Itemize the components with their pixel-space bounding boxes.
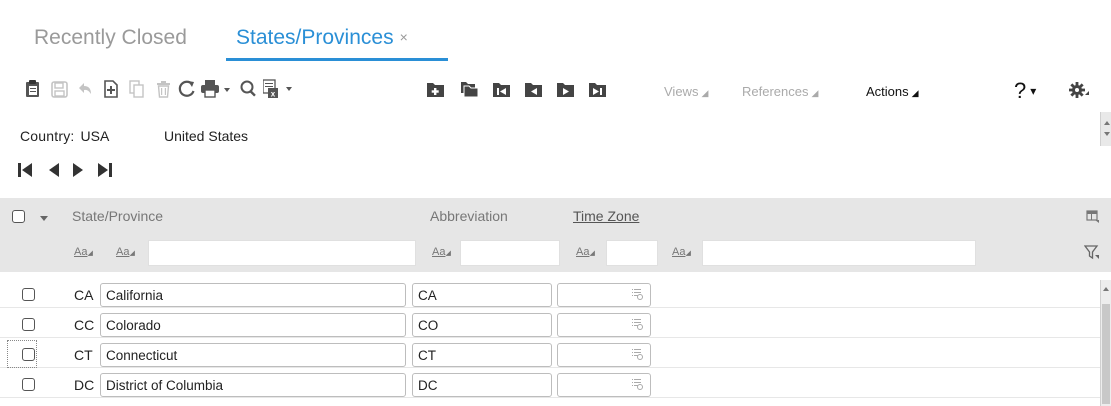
undo-icon[interactable] xyxy=(74,78,96,100)
references-menu-label: References xyxy=(742,84,809,99)
tab-recently-closed[interactable]: Recently Closed xyxy=(34,26,187,50)
abbreviation-field[interactable]: CT xyxy=(412,343,552,367)
actions-menu[interactable]: Actions ◢ xyxy=(866,84,919,99)
new-record-icon[interactable] xyxy=(100,78,122,100)
abbreviation-field[interactable]: CO xyxy=(412,313,552,337)
table-row[interactable]: DC District of Columbia DC xyxy=(0,370,1100,398)
toolbar: x Views ◢ References ◢ Actions ◢ ? ▾ xyxy=(0,72,1111,112)
copy-icon[interactable] xyxy=(126,78,148,100)
select-all-checkbox[interactable] xyxy=(12,210,25,223)
state-name-field[interactable]: California xyxy=(100,283,406,307)
state-filter-input[interactable] xyxy=(148,240,416,266)
table-row[interactable]: CC Colorado CO xyxy=(0,310,1100,338)
next-record-icon[interactable] xyxy=(68,160,90,184)
select-menu-chevron-down-icon[interactable] xyxy=(40,216,48,221)
views-menu[interactable]: Views ◢ xyxy=(664,84,708,99)
folder-first-icon[interactable] xyxy=(490,78,512,100)
paste-icon[interactable] xyxy=(22,78,44,100)
timezone-field[interactable] xyxy=(557,283,651,307)
print-icon[interactable] xyxy=(200,78,234,100)
country-code: USA xyxy=(80,128,110,144)
last-record-icon[interactable] xyxy=(94,160,116,184)
previous-record-icon[interactable] xyxy=(44,160,66,184)
column-header-timezone[interactable]: Time Zone xyxy=(573,208,639,224)
timezone-field[interactable] xyxy=(557,313,651,337)
actions-menu-label: Actions xyxy=(866,84,909,99)
row-code: DC xyxy=(74,377,95,393)
views-menu-label: Views xyxy=(664,84,699,99)
folder-next-icon[interactable] xyxy=(554,78,576,100)
timezone-filter-input[interactable] xyxy=(606,240,658,266)
abbreviation-field[interactable]: DC xyxy=(412,373,552,397)
timezone-field[interactable] xyxy=(557,343,651,367)
save-icon[interactable] xyxy=(48,78,70,100)
grid-header: State/Province Abbreviation Time Zone Aa… xyxy=(0,198,1111,272)
country-name: United States xyxy=(164,128,249,144)
extra-filter-input[interactable] xyxy=(702,240,976,266)
match-case-icon[interactable]: Aa◢ xyxy=(576,246,595,258)
help-caret: ▾ xyxy=(1030,84,1037,98)
refresh-icon[interactable] xyxy=(176,78,198,100)
row-checkbox[interactable] xyxy=(22,288,35,301)
first-record-icon[interactable] xyxy=(16,160,38,184)
table-row[interactable]: CT Connecticut CT xyxy=(0,340,1100,368)
column-header-state[interactable]: State/Province xyxy=(72,208,163,224)
match-case-icon[interactable]: Aa◢ xyxy=(116,246,135,258)
row-code: CT xyxy=(74,347,93,363)
country-field: Country: USA United States xyxy=(20,128,248,144)
scroll-up-icon[interactable] xyxy=(1103,284,1109,291)
column-chooser-icon[interactable] xyxy=(1086,210,1100,229)
folder-prev-icon[interactable] xyxy=(522,78,544,100)
lookup-icon[interactable] xyxy=(632,318,644,334)
match-case-icon[interactable]: Aa◢ xyxy=(74,246,93,258)
help-icon: ? xyxy=(1014,78,1027,103)
folder-add-icon[interactable] xyxy=(424,78,446,100)
tab-states-provinces[interactable]: States/Provinces × xyxy=(236,26,408,50)
country-label: Country: xyxy=(20,128,75,144)
row-checkbox[interactable] xyxy=(22,378,35,391)
row-checkbox[interactable] xyxy=(22,318,35,331)
lookup-icon[interactable] xyxy=(632,378,644,394)
help-menu[interactable]: ? ▾ xyxy=(1014,78,1036,104)
state-name-field[interactable]: District of Columbia xyxy=(100,373,406,397)
active-tab-underline xyxy=(226,58,448,61)
row-checkbox[interactable] xyxy=(22,348,35,361)
row-code: CC xyxy=(74,317,95,333)
scrollbar-thumb[interactable] xyxy=(1102,304,1110,404)
references-menu[interactable]: References ◢ xyxy=(742,84,818,99)
match-case-icon[interactable]: Aa◢ xyxy=(432,246,451,258)
abbreviation-filter-input[interactable] xyxy=(460,240,560,266)
delete-icon[interactable] xyxy=(152,78,174,100)
row-code: CA xyxy=(74,287,94,303)
column-header-abbreviation[interactable]: Abbreviation xyxy=(430,208,508,224)
grid-scrollbar[interactable] xyxy=(1100,280,1111,406)
filter-icon[interactable] xyxy=(1083,244,1100,265)
tab-states-provinces-label: States/Provinces xyxy=(236,26,394,49)
svg-text:x: x xyxy=(271,90,276,99)
state-name-field[interactable]: Connecticut xyxy=(100,343,406,367)
lookup-icon[interactable] xyxy=(632,348,644,364)
form-scrollbar[interactable] xyxy=(1100,112,1111,146)
table-row[interactable]: CA California CA xyxy=(0,280,1100,308)
state-name-field[interactable]: Colorado xyxy=(100,313,406,337)
timezone-field[interactable] xyxy=(557,373,651,397)
export-icon[interactable]: x xyxy=(262,78,296,100)
gear-icon[interactable] xyxy=(1068,80,1090,102)
lookup-icon[interactable] xyxy=(632,288,644,304)
folder-copy-icon[interactable] xyxy=(458,78,480,100)
filter-row: Aa◢ Aa◢ Aa◢ Aa◢ Aa◢ xyxy=(0,240,1111,266)
search-icon[interactable] xyxy=(238,78,260,100)
abbreviation-field[interactable]: CA xyxy=(412,283,552,307)
tab-bar: Recently Closed States/Provinces × xyxy=(0,0,1111,64)
tab-close-icon[interactable]: × xyxy=(400,29,408,45)
folder-last-icon[interactable] xyxy=(586,78,608,100)
match-case-icon[interactable]: Aa◢ xyxy=(672,246,691,258)
